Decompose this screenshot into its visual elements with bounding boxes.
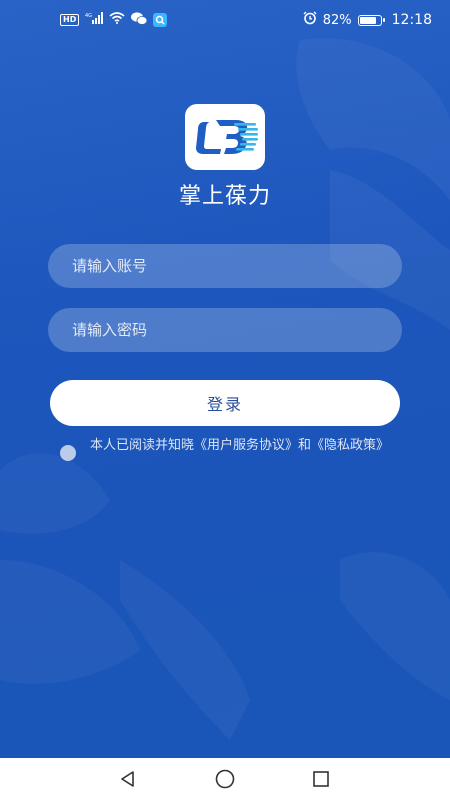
password-input[interactable] xyxy=(48,308,402,352)
account-input[interactable] xyxy=(48,244,402,288)
app-logo xyxy=(185,104,265,170)
battery-percent: 82% xyxy=(322,12,352,28)
lb-logo-icon xyxy=(196,120,258,154)
login-screen: HD 4G 82% 12:18 掌上葆力 请输入账号 登录 本人已阅读并知晓《用… xyxy=(0,0,450,800)
wifi-icon xyxy=(109,12,125,28)
hd-badge: HD xyxy=(60,14,80,26)
status-bar: HD 4G 82% 12:18 xyxy=(0,0,450,40)
app-name: 掌上葆力 xyxy=(178,184,271,209)
agreement-checkbox[interactable] xyxy=(60,445,76,461)
alarm-icon xyxy=(303,11,317,29)
navigation-bar xyxy=(0,758,450,800)
account-field xyxy=(48,244,402,288)
circle-home-icon[interactable] xyxy=(212,766,238,792)
agreement-text[interactable]: 本人已阅读并知晓《用户服务协议》和《隐私政策》 xyxy=(90,437,389,455)
battery-icon xyxy=(357,14,385,26)
clock-time: 12:18 xyxy=(391,12,432,28)
wechat-icon xyxy=(131,11,148,29)
agreement-row: 本人已阅读并知晓《用户服务协议》和《隐私政策》 xyxy=(60,437,390,461)
login-button[interactable]: 登录 xyxy=(50,380,400,426)
signal-icon: 4G xyxy=(85,12,104,28)
message-app-icon xyxy=(153,13,168,27)
square-recents-icon[interactable] xyxy=(308,766,334,792)
triangle-back-icon[interactable] xyxy=(115,766,141,792)
password-field xyxy=(48,308,402,352)
battery-level xyxy=(359,16,376,24)
network-type: 4G xyxy=(85,13,92,19)
